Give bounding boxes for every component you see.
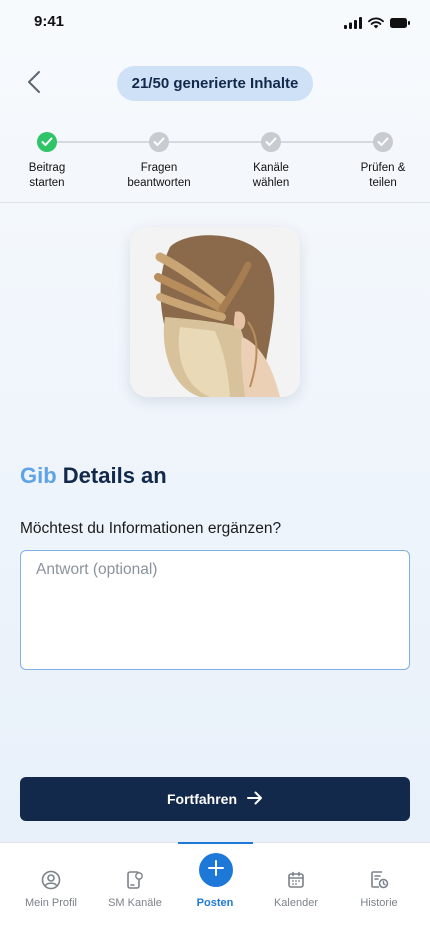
generated-content-counter: 21/50 generierte Inhalte [117,66,313,101]
bottom-nav: Mein Profil SM Kanäle Posten Kalender Hi… [0,842,430,932]
nav-label: Mein Profil [25,897,77,909]
status-bar: 9:41 [0,0,430,46]
check-icon [261,132,281,152]
nav-label: SM Kanäle [108,897,162,909]
step-pruefen-teilen: Prüfen & teilen [335,132,430,191]
continue-button[interactable]: Fortfahren [20,777,410,821]
section-title-accent: Gib [20,463,57,488]
chevron-left-icon [27,70,41,99]
nav-label: Posten [196,897,234,909]
arrow-right-icon [247,791,263,808]
nav-item-kalender[interactable]: Kalender [254,869,338,909]
answer-input[interactable] [20,550,410,670]
step-fragen-beantworten: Fragen beantworten [111,132,207,191]
status-time: 9:41 [34,13,65,30]
post-image [130,227,300,397]
battery-icon [390,16,410,34]
question-label: Möchtest du Informationen ergänzen? [20,520,282,537]
channels-icon [93,869,177,891]
step-label: Fragen beantworten [127,162,191,189]
nav-item-historie[interactable]: Historie [337,869,421,909]
step-kanaele-waehlen: Kanäle wählen [223,132,319,191]
section-title: Gib Details an [20,463,167,489]
nav-label: Historie [360,897,398,909]
signal-icon [344,16,362,34]
nav-item-mein-profil[interactable]: Mein Profil [9,869,93,909]
section-title-rest: Details an [62,463,167,488]
nav-item-sm-kanaele[interactable]: SM Kanäle [93,869,177,909]
step-label: Prüfen & teilen [360,162,406,189]
check-icon [37,132,57,152]
status-icons [344,16,410,34]
check-icon [373,132,393,152]
stepper-line [47,141,383,143]
step-label: Kanäle wählen [252,162,290,189]
profile-icon [9,869,93,891]
nav-label: Kalender [273,897,319,909]
calendar-icon [254,869,338,891]
hairstyle-photo-icon [130,227,300,397]
continue-button-label: Fortfahren [167,791,237,807]
wifi-icon [368,16,384,34]
counter-label: 21/50 generierte Inhalte [131,75,299,92]
header-divider [0,202,430,203]
nav-active-indicator [178,842,253,844]
check-icon [149,132,169,152]
nav-item-posten[interactable]: Posten [173,891,257,909]
back-button[interactable] [20,70,48,98]
plus-icon [207,859,225,882]
progress-stepper: Beitrag starten Fragen beantworten Kanäl… [0,130,430,200]
post-button[interactable] [199,853,233,887]
history-icon [337,869,421,891]
step-label: Beitrag starten [28,162,66,189]
step-beitrag-starten: Beitrag starten [0,132,95,191]
